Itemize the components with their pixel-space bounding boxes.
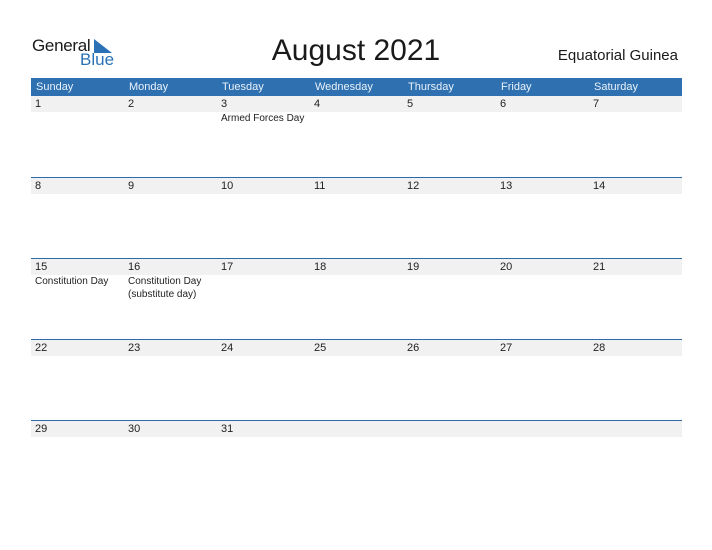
day-cell: 14: [589, 178, 682, 194]
day-cell: 26: [403, 340, 496, 356]
weekday-header: Sunday Monday Tuesday Wednesday Thursday…: [31, 78, 682, 96]
day-number: 29: [35, 423, 48, 435]
day-cell: 8: [31, 178, 124, 194]
day-number: 11: [314, 180, 326, 192]
day-number: 13: [500, 180, 513, 192]
calendar-grid: Sunday Monday Tuesday Wednesday Thursday…: [31, 78, 682, 501]
week-cells: 15 Constitution Day 16 Constitution Day (su…: [31, 259, 682, 301]
weekday-sunday: Sunday: [36, 81, 74, 93]
week-cells: 29 30 31: [31, 421, 682, 437]
day-cell: 28: [589, 340, 682, 356]
day-cell: 12: [403, 178, 496, 194]
day-cell: [589, 421, 682, 437]
holiday-label: Constitution Day (substitute day): [128, 276, 202, 300]
day-number: 15: [35, 261, 48, 273]
day-cell: 24: [217, 340, 310, 356]
day-number: 21: [593, 261, 606, 273]
day-number: 16: [128, 261, 141, 273]
day-cell: 22: [31, 340, 124, 356]
weekday-wednesday: Wednesday: [315, 81, 373, 93]
day-number: 9: [128, 180, 135, 192]
day-number: 25: [314, 342, 327, 354]
day-number: 20: [500, 261, 513, 273]
day-cell: 21: [589, 259, 682, 301]
day-number: 28: [593, 342, 606, 354]
weeks-container: 1 2 3 Armed Forces Day 4 5 6 7 8 9 10 11 12 13 14 15 Con…: [31, 96, 682, 501]
day-number: 6: [500, 98, 507, 110]
day-number: 24: [221, 342, 234, 354]
day-number: 18: [314, 261, 327, 273]
day-number: 30: [128, 423, 141, 435]
day-number: 7: [593, 98, 600, 110]
day-cell: 23: [124, 340, 217, 356]
day-cell: 5: [403, 96, 496, 125]
week-row: 22 23 24 25 26 27 28: [31, 339, 682, 420]
country-label: Equatorial Guinea: [557, 47, 678, 64]
day-number: 4: [314, 98, 321, 110]
day-cell: 25: [310, 340, 403, 356]
day-number: 14: [593, 180, 606, 192]
day-number: 2: [128, 98, 135, 110]
day-cell: 29: [31, 421, 124, 437]
day-cell: 17: [217, 259, 310, 301]
day-cell: 6: [496, 96, 589, 125]
weekday-thursday: Thursday: [408, 81, 454, 93]
day-number: [500, 421, 589, 437]
day-number: 1: [35, 98, 42, 110]
day-cell: [403, 421, 496, 437]
day-number: [407, 421, 496, 437]
day-cell: 7: [589, 96, 682, 125]
day-cell: 27: [496, 340, 589, 356]
week-cells: 22 23 24 25 26 27 28: [31, 340, 682, 356]
day-number: 26: [407, 342, 420, 354]
week-row: 15 Constitution Day 16 Constitution Day (su…: [31, 258, 682, 339]
weekday-saturday: Saturday: [594, 81, 639, 93]
weekday-friday: Friday: [501, 81, 532, 93]
day-cell: 2: [124, 96, 217, 125]
day-number: 10: [221, 180, 234, 192]
day-number: 12: [407, 180, 420, 192]
day-cell: 4: [310, 96, 403, 125]
day-number: [314, 421, 403, 437]
day-cell: 11: [310, 178, 403, 194]
day-cell: 19: [403, 259, 496, 301]
day-cell: 10: [217, 178, 310, 194]
week-cells: 8 9 10 11 12 13 14: [31, 178, 682, 194]
day-cell: 30: [124, 421, 217, 437]
week-row: 8 9 10 11 12 13 14: [31, 177, 682, 258]
day-number: 27: [500, 342, 513, 354]
day-cell: 31: [217, 421, 310, 437]
day-cell: 13: [496, 178, 589, 194]
day-cell: 1: [31, 96, 124, 125]
holiday-label: Armed Forces Day: [221, 113, 305, 124]
day-cell: 15 Constitution Day: [31, 259, 124, 301]
day-cell: 3 Armed Forces Day: [217, 96, 310, 125]
week-row: 29 30 31: [31, 420, 682, 501]
day-number: [593, 421, 682, 437]
week-row: 1 2 3 Armed Forces Day 4 5 6 7: [31, 96, 682, 177]
holiday-label: Constitution Day: [35, 276, 109, 287]
day-number: 23: [128, 342, 141, 354]
weekday-tuesday: Tuesday: [222, 81, 264, 93]
day-number: 17: [221, 261, 234, 273]
day-cell: [310, 421, 403, 437]
week-cells: 1 2 3 Armed Forces Day 4 5 6 7: [31, 96, 682, 125]
day-cell: 18: [310, 259, 403, 301]
day-number: 31: [221, 423, 234, 435]
day-number: 8: [35, 180, 42, 192]
day-cell: 16 Constitution Day (substitute day): [124, 259, 217, 301]
day-number: 3: [221, 98, 228, 110]
day-number: 22: [35, 342, 48, 354]
day-number: 5: [407, 98, 414, 110]
day-cell: 20: [496, 259, 589, 301]
weekday-monday: Monday: [129, 81, 169, 93]
day-number: 19: [407, 261, 420, 273]
day-cell: 9: [124, 178, 217, 194]
day-cell: [496, 421, 589, 437]
